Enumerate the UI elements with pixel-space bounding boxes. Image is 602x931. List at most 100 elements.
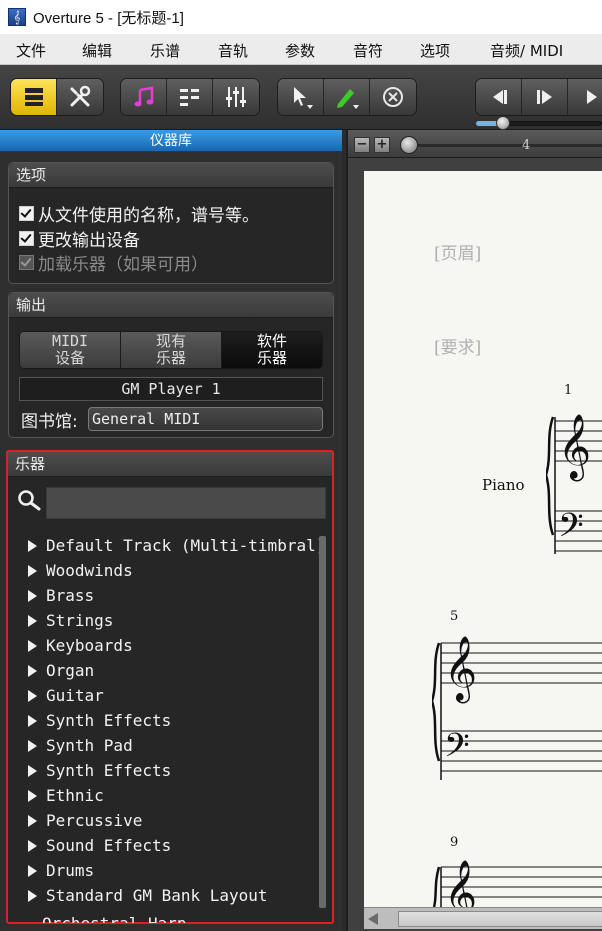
- scrollbar-thumb[interactable]: [398, 911, 602, 927]
- checkbox-label: 从文件使用的名称，谱号等。: [38, 206, 259, 226]
- tree-item[interactable]: Brass: [28, 586, 94, 605]
- expand-triangle-icon[interactable]: [28, 714, 37, 727]
- expand-triangle-icon[interactable]: [28, 664, 37, 677]
- expand-triangle-icon[interactable]: [28, 539, 37, 552]
- score-horizontal-scrollbar[interactable]: [364, 907, 602, 929]
- tools-button[interactable]: [57, 79, 103, 115]
- checkbox-box[interactable]: [19, 231, 34, 246]
- cancel-icon: [383, 87, 403, 107]
- zoom-in-button[interactable]: +: [374, 137, 390, 153]
- menu-score[interactable]: 乐谱: [150, 40, 180, 61]
- mixer-button[interactable]: [213, 79, 259, 115]
- tree-item[interactable]: Synth Pad: [28, 736, 133, 755]
- zoom-slider-thumb[interactable]: [400, 136, 418, 154]
- checkbox-box[interactable]: [19, 206, 34, 221]
- tree-item[interactable]: Standard GM Bank Layout: [28, 886, 268, 905]
- instrument-search-input[interactable]: [46, 487, 326, 519]
- rewind-button[interactable]: [476, 79, 522, 115]
- output-title: 输出: [9, 293, 333, 318]
- score-page[interactable]: [页眉] [要求] 1 Piano 5 9 𝄞 𝄢 𝄞 𝄢 𝄞: [364, 171, 602, 907]
- music-note-icon: [134, 86, 153, 107]
- output-section: 输出 MIDI 设备 现有 乐器 软件 乐器 GM Player 1 图书馆: …: [8, 292, 334, 438]
- menu-parameters[interactable]: 参数: [285, 40, 315, 61]
- fast-forward-button[interactable]: [568, 79, 602, 115]
- expand-triangle-icon[interactable]: [28, 814, 37, 827]
- pointer-tool-icon: [293, 87, 313, 109]
- expand-triangle-icon[interactable]: [28, 889, 37, 902]
- menu-track[interactable]: 音轨: [218, 40, 248, 61]
- options-title: 选项: [9, 163, 333, 188]
- checkbox-label: 更改输出设备: [38, 231, 140, 251]
- tree-item[interactable]: Drums: [28, 861, 94, 880]
- treble-clef-app-icon[interactable]: 𝄞: [8, 8, 26, 26]
- library-select[interactable]: General MIDI: [88, 407, 323, 431]
- panel-header: 仪器库: [0, 130, 342, 152]
- menu-options[interactable]: 选项: [420, 40, 450, 61]
- instrument-library-icon: [24, 88, 43, 106]
- segment-software-instrument[interactable]: 软件 乐器: [222, 332, 322, 368]
- pointer-tool-button[interactable]: [278, 79, 324, 115]
- play-button[interactable]: [522, 79, 568, 115]
- grand-staff-system-1: 𝄞 𝄢: [546, 414, 602, 554]
- request-placeholder[interactable]: [要求]: [434, 333, 481, 358]
- list-icon: [179, 89, 199, 106]
- player-selector[interactable]: GM Player 1: [19, 377, 323, 401]
- mixer-icon: [226, 87, 246, 107]
- header-placeholder[interactable]: [页眉]: [434, 239, 481, 264]
- zoom-out-button[interactable]: −: [354, 137, 370, 153]
- menu-notes[interactable]: 音符: [353, 40, 383, 61]
- instrument-library-button[interactable]: [11, 79, 57, 115]
- checkbox-use-file-names[interactable]: 从文件使用的名称，谱号等。: [19, 201, 259, 226]
- cancel-button[interactable]: [370, 79, 416, 115]
- expand-triangle-icon[interactable]: [28, 589, 37, 602]
- tree-item[interactable]: Guitar: [28, 686, 104, 705]
- segment-existing-instrument[interactable]: 现有 乐器: [121, 332, 222, 368]
- tree-item[interactable]: Organ: [28, 661, 94, 680]
- toolbar-group-views: [120, 78, 260, 116]
- segment-midi-device[interactable]: MIDI 设备: [20, 332, 121, 368]
- search-icon: [18, 490, 41, 511]
- page-number: 4: [522, 138, 531, 153]
- expand-triangle-icon[interactable]: [28, 739, 37, 752]
- position-slider-thumb[interactable]: [496, 116, 510, 130]
- expand-triangle-icon[interactable]: [28, 864, 37, 877]
- tree-item[interactable]: Synth Effects: [28, 711, 171, 730]
- expand-triangle-icon[interactable]: [28, 564, 37, 577]
- pencil-tool-button[interactable]: [324, 79, 370, 115]
- tree-item[interactable]: Synth Effects: [28, 761, 171, 780]
- expand-triangle-icon[interactable]: [28, 789, 37, 802]
- grand-staff-system-2: 𝄞 𝄢: [432, 636, 602, 780]
- tree-item[interactable]: Keyboards: [28, 636, 133, 655]
- tree-item[interactable]: Default Track (Multi-timbral): [28, 536, 325, 555]
- checkbox-box: [19, 255, 34, 270]
- music-note-button[interactable]: [121, 79, 167, 115]
- tree-item[interactable]: Strings: [28, 611, 113, 630]
- scroll-left-icon[interactable]: [368, 913, 378, 925]
- tools-icon: [70, 85, 91, 107]
- instrument-list-scrollbar[interactable]: [319, 536, 326, 908]
- tree-item[interactable]: Ethnic: [28, 786, 104, 805]
- tree-item[interactable]: Sound Effects: [28, 836, 171, 855]
- measure-number: 5: [450, 609, 459, 624]
- title-bar: 𝄞 Overture 5 - [无标题-1]: [0, 0, 602, 34]
- tree-item[interactable]: Percussive: [28, 811, 142, 830]
- zoom-slider-track[interactable]: [418, 144, 602, 147]
- expand-triangle-icon[interactable]: [28, 639, 37, 652]
- measure-number: 1: [564, 383, 573, 398]
- tree-item-partial[interactable]: Orchestral Harp: [42, 914, 187, 923]
- expand-triangle-icon[interactable]: [28, 764, 37, 777]
- rewind-icon: [492, 90, 507, 104]
- play-icon: [536, 90, 552, 104]
- checkbox-change-output-device[interactable]: 更改输出设备: [19, 226, 140, 251]
- tree-item[interactable]: Woodwinds: [28, 561, 133, 580]
- expand-triangle-icon[interactable]: [28, 839, 37, 852]
- score-area: − + 4 [页眉] [要求] 1 Piano 5 9 𝄞 𝄢 𝄞 𝄢 𝄞: [346, 130, 602, 931]
- list-view-button[interactable]: [167, 79, 213, 115]
- expand-triangle-icon[interactable]: [28, 614, 37, 627]
- menu-edit[interactable]: 编辑: [82, 40, 112, 61]
- menu-file[interactable]: 文件: [16, 40, 46, 61]
- score-toolbar: − + 4: [348, 130, 602, 158]
- menu-audio-midi[interactable]: 音频/ MIDI: [490, 40, 563, 61]
- expand-triangle-icon[interactable]: [28, 689, 37, 702]
- instruments-title: 乐器: [8, 452, 332, 477]
